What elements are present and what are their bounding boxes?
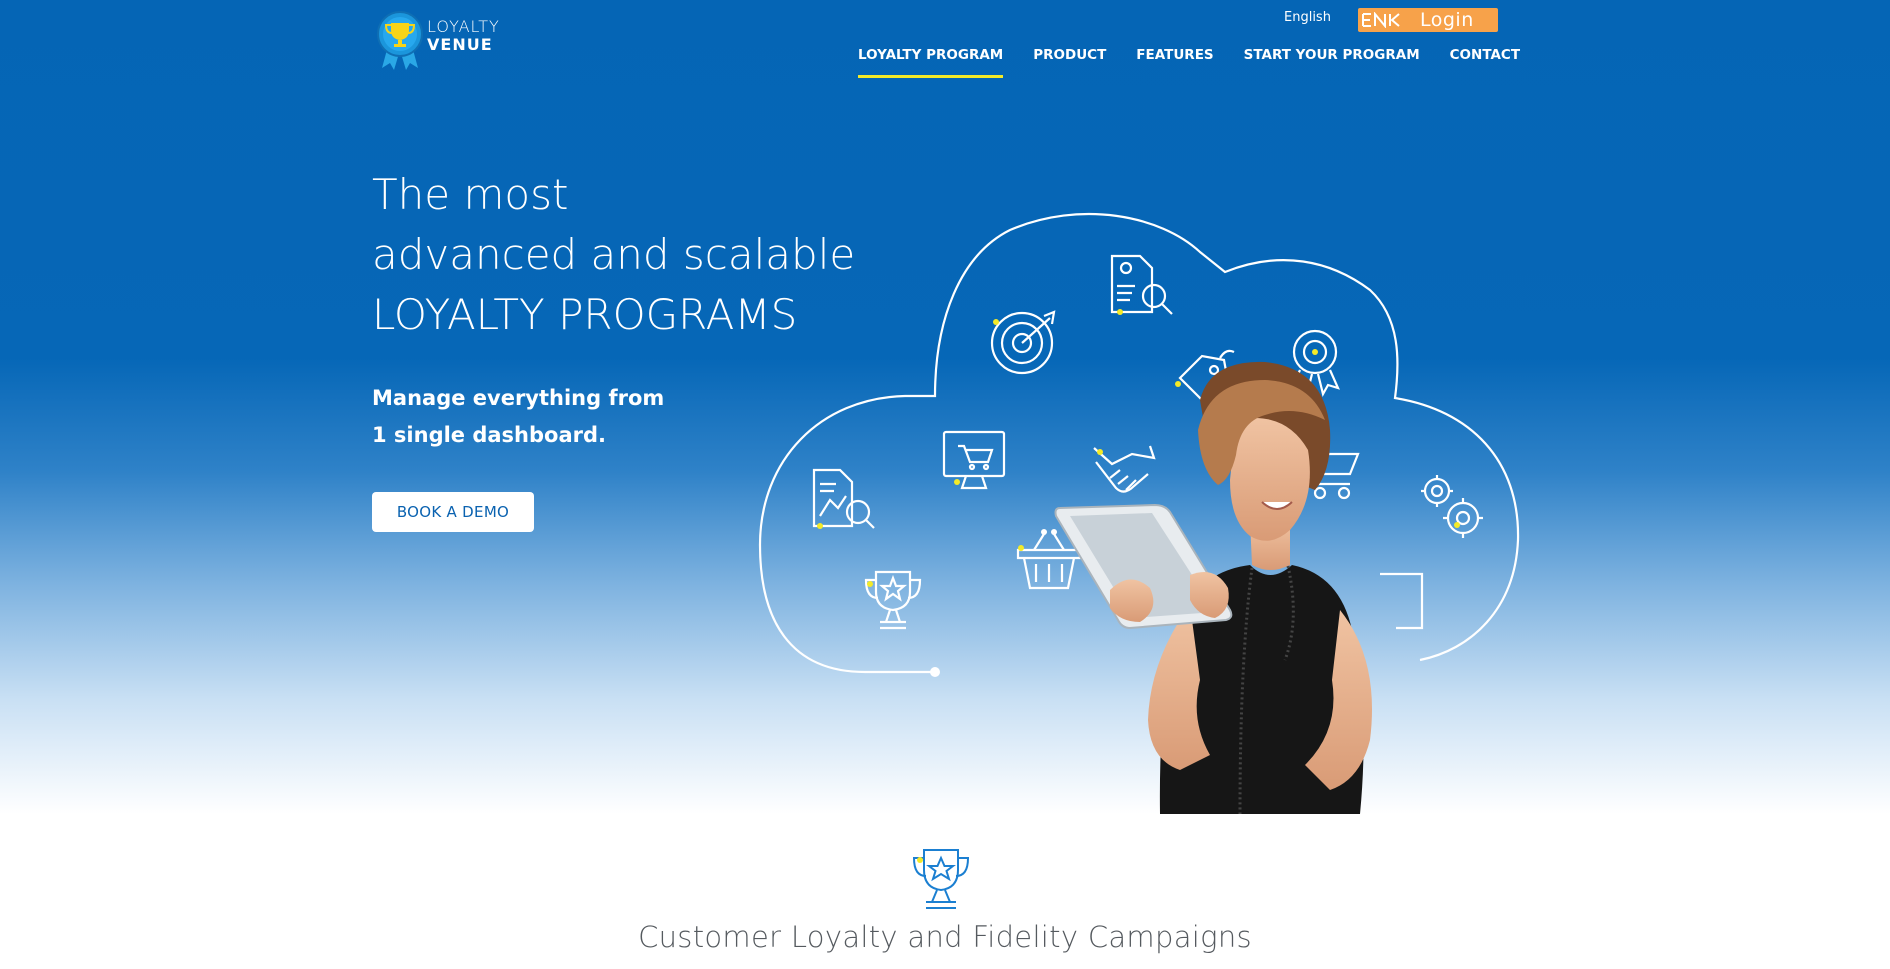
section-title: Customer Loyalty and Fidelity Campaigns <box>638 920 1252 954</box>
trophy-star-icon <box>864 570 922 630</box>
woman-with-tablet-image <box>1054 361 1372 814</box>
document-search-icon <box>1110 254 1173 315</box>
cloud-illustration <box>758 213 1520 677</box>
hero-section: LOYALTY VENUE English Login LOYALTY PROG… <box>0 0 1890 814</box>
cloud-endpoint-dot <box>930 667 940 677</box>
monitor-cart-icon <box>942 430 1006 490</box>
section-trophy-star-icon <box>912 849 970 909</box>
report-analytics-icon <box>812 468 875 529</box>
